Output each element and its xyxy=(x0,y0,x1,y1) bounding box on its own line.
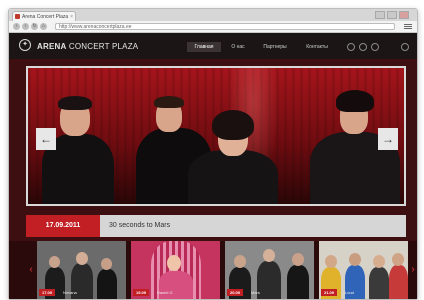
reload-icon[interactable]: ↻ xyxy=(31,23,38,30)
user-icon[interactable] xyxy=(401,43,409,51)
home-icon[interactable]: ⌂ xyxy=(40,23,47,30)
event-caption[interactable]: 17.09.2011 30 seconds to Mars xyxy=(26,215,406,237)
event-thumb-4[interactable]: 21.09 Loud xyxy=(319,241,408,299)
site-logo[interactable]: ARENA CONCERT PLAZA xyxy=(37,42,138,51)
forward-icon[interactable]: › xyxy=(22,23,29,30)
event-thumb-1[interactable]: 17.09 Nirvana xyxy=(37,241,126,299)
thumb-date: 20.09 xyxy=(227,289,244,296)
browser-tab[interactable]: Arena Concert Plaza × xyxy=(12,11,76,21)
address-bar[interactable]: http://www.arenaconcertplaza.ee xyxy=(55,23,395,30)
nav-item-contacts[interactable]: Контакты xyxy=(299,42,335,52)
logo-light-text: CONCERT PLAZA xyxy=(68,42,139,51)
thumb-title: Nirvana xyxy=(63,290,77,295)
event-title[interactable]: 30 seconds to Mars xyxy=(109,215,170,237)
next-slide-button[interactable]: → xyxy=(378,128,398,150)
event-date: 17.09.2011 xyxy=(26,215,100,237)
twitter-icon[interactable] xyxy=(359,43,367,51)
nav-item-about[interactable]: О нас xyxy=(225,42,251,52)
maximize-button[interactable] xyxy=(387,11,397,19)
close-window-button[interactable] xyxy=(399,11,409,19)
tab-title: Arena Concert Plaza xyxy=(22,14,69,20)
carousel-prev-icon[interactable]: ‹ xyxy=(27,263,35,277)
thumb-date: 19.09 xyxy=(133,289,150,296)
nav-item-partners[interactable]: Партнеры xyxy=(257,42,293,52)
thumb-date: 21.09 xyxy=(321,289,338,296)
browser-window: Arena Concert Plaza × ‹ › ↻ ⌂ http://www… xyxy=(8,8,418,300)
thumb-date: 17.09 xyxy=(39,289,56,296)
nav-item-home[interactable]: Главная xyxy=(187,42,221,52)
logo-icon[interactable]: ✦ xyxy=(19,39,31,51)
browser-tab-bar: Arena Concert Plaza × xyxy=(9,9,417,21)
carousel-next-icon[interactable]: › xyxy=(409,263,417,277)
band-member-3 xyxy=(188,108,278,204)
menu-icon[interactable] xyxy=(404,23,412,30)
hero-slider[interactable]: ← → xyxy=(26,66,406,206)
thumb-title: Mars xyxy=(251,290,260,295)
event-thumb-3[interactable]: 20.09 Mars xyxy=(225,241,314,299)
thumb-title: Loud xyxy=(345,290,354,295)
logo-bold-text: ARENA xyxy=(37,42,67,51)
thumb-title: Daniel G xyxy=(157,290,173,295)
event-thumb-2[interactable]: 19.09 Daniel G xyxy=(131,241,220,299)
website-viewport: ✦ ARENA CONCERT PLAZA Главная О нас Парт… xyxy=(9,33,417,299)
prev-slide-button[interactable]: ← xyxy=(36,128,56,150)
browser-toolbar: ‹ › ↻ ⌂ http://www.arenaconcertplaza.ee xyxy=(9,21,417,33)
favicon-icon xyxy=(15,14,20,19)
close-tab-icon[interactable]: × xyxy=(70,12,73,21)
events-carousel: ‹ 17.09 Nirvana 19.09 Daniel G 20.09 Mar… xyxy=(9,241,417,299)
minimize-button[interactable] xyxy=(375,11,385,19)
vk-icon[interactable] xyxy=(371,43,379,51)
facebook-icon[interactable] xyxy=(347,43,355,51)
back-icon[interactable]: ‹ xyxy=(13,23,20,30)
site-header: ✦ ARENA CONCERT PLAZA Главная О нас Парт… xyxy=(9,33,417,59)
